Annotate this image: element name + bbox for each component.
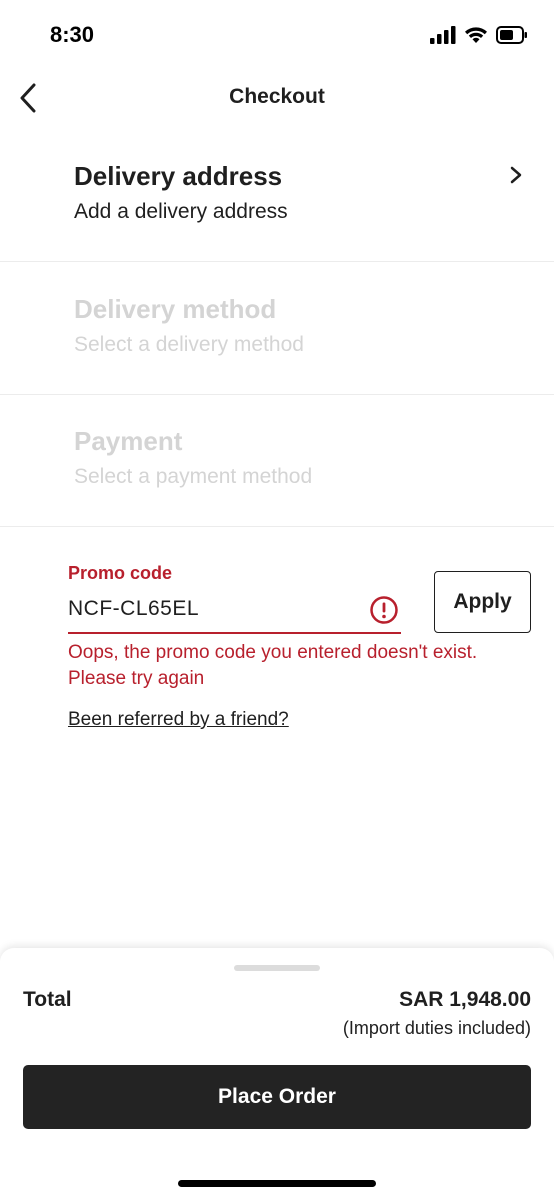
alert-circle-icon	[370, 596, 398, 624]
nav-header: Checkout	[0, 70, 554, 126]
status-time: 8:30	[50, 22, 95, 47]
status-icons	[430, 24, 528, 46]
payment-row: Payment Select a payment method	[0, 394, 554, 527]
page-title: Checkout	[229, 85, 325, 108]
promo-code-field	[68, 590, 401, 634]
delivery-address-row[interactable]: Delivery address Add a delivery address	[0, 129, 554, 262]
promo-error-line-1: Oops, the promo code you entered doesn't…	[68, 642, 478, 663]
wifi-icon	[465, 27, 487, 43]
total-amount: SAR 1,948.00	[399, 988, 531, 1011]
chevron-right-icon	[510, 166, 522, 184]
payment-subtitle: Select a payment method	[74, 465, 313, 488]
referral-link[interactable]: Been referred by a friend?	[68, 709, 289, 731]
promo-code-label: Promo code	[68, 563, 173, 583]
place-order-button[interactable]: Place Order	[23, 1065, 531, 1129]
apply-promo-button[interactable]: Apply	[434, 571, 531, 633]
checkout-screen: 8:30 Checkout Delivery address Add a del…	[0, 0, 554, 1200]
payment-title: Payment	[74, 426, 183, 456]
promo-error-message: Oops, the promo code you entered doesn't…	[68, 640, 528, 692]
signal-icon	[430, 26, 456, 44]
import-duties-note: (Import duties included)	[342, 1018, 531, 1038]
battery-icon	[496, 26, 527, 44]
delivery-method-subtitle: Select a delivery method	[74, 333, 304, 356]
delivery-address-subtitle: Add a delivery address	[74, 200, 288, 223]
delivery-method-title: Delivery method	[74, 294, 277, 324]
promo-error-line-2: Please try again	[68, 668, 205, 689]
status-bar: 8:30	[0, 0, 554, 70]
sheet-drag-handle[interactable]	[234, 965, 320, 971]
delivery-address-title: Delivery address	[74, 161, 283, 191]
total-label: Total	[23, 988, 72, 1011]
promo-code-input[interactable]	[68, 590, 358, 628]
order-summary-sheet: Total SAR 1,948.00 (Import duties includ…	[0, 948, 554, 1200]
home-indicator	[178, 1180, 376, 1187]
delivery-method-row: Delivery method Select a delivery method	[0, 262, 554, 395]
